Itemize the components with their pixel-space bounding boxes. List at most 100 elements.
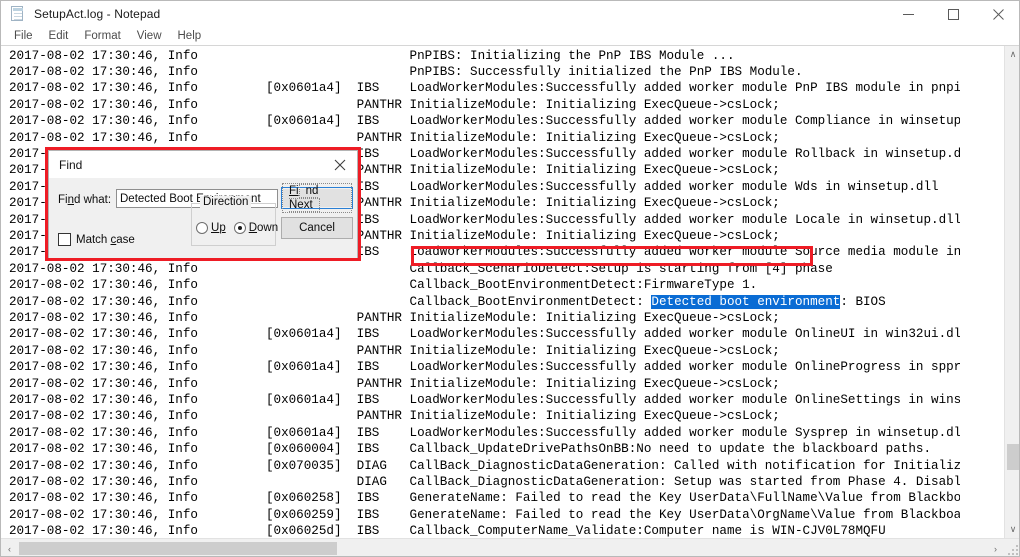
log-line-message: Callback_UpdateDrivePathsOnBB:No need to… <box>409 442 932 457</box>
log-line-message: LoadWorkerModules:Successfully added wor… <box>409 114 960 129</box>
notepad-icon <box>10 6 26 22</box>
log-line-message: Callback_ScenarioDetect:Setup is startin… <box>409 261 833 276</box>
menu-item-file[interactable]: File <box>6 29 41 43</box>
radio-down-icon <box>233 222 246 234</box>
log-line: 2017-08-02 17:30:46, Info PANTHR Initial… <box>9 130 780 146</box>
log-line-prefix: 2017-08-02 17:30:46, Info [0x0601a4] IBS <box>9 81 410 96</box>
find-what-label: Find what: <box>58 194 111 206</box>
log-line-prefix: 2017-08-02 17:30:46, Info PANTHR <box>9 97 410 112</box>
menu-bar: File Edit Format View Help <box>1 27 1019 45</box>
find-what-label-post: d what: <box>74 194 112 206</box>
scroll-down-arrow[interactable]: ∨ <box>1005 521 1019 538</box>
close-button[interactable] <box>976 1 1019 27</box>
log-line: 2017-08-02 17:30:46, Info PANTHR Initial… <box>9 408 780 424</box>
menu-item-format[interactable]: Format <box>76 29 128 43</box>
match-case-checkbox[interactable]: Match case <box>58 233 135 246</box>
radio-down-label-post: own <box>257 222 279 234</box>
log-line: 2017-08-02 17:30:46, Info [0x0601a4] IBS… <box>9 113 960 129</box>
match-case-label: Match case <box>76 234 135 246</box>
log-line: 2017-08-02 17:30:46, Info Callback_Scena… <box>9 261 833 277</box>
scroll-up-arrow[interactable]: ∧ <box>1005 46 1019 63</box>
cancel-button-label: Cancel <box>299 222 335 234</box>
radio-down-label-mnemonic: D <box>248 222 258 234</box>
log-line: 2017-08-02 17:30:46, Info Callback_BootE… <box>9 294 886 310</box>
log-line-prefix: 2017-08-02 17:30:46, Info <box>9 48 410 63</box>
vertical-scrollbar[interactable]: ∧ ∨ <box>1004 46 1019 538</box>
log-line-prefix: 2017-08-02 17:30:46, Info PANTHR <box>9 343 410 358</box>
log-line-prefix: 2017-08-02 17:30:46, Info [0x0601a4] IBS <box>9 425 410 440</box>
find-next-label-pre: F <box>289 185 297 197</box>
log-line-message: PnPIBS: Initializing the PnP IBS Module … <box>409 48 735 63</box>
log-line-message-post: : BIOS <box>840 294 886 309</box>
log-line-message: LoadWorkerModules:Successfully added wor… <box>409 392 960 407</box>
log-line: 2017-08-02 17:30:46, Info [0x060259] IBS… <box>9 507 960 523</box>
log-line-prefix: 2017-08-02 17:30:46, Info PANTHR <box>9 409 410 424</box>
log-line-message: Callback_BootEnvironmentDetect:FirmwareT… <box>409 278 758 293</box>
log-line-prefix: 2017-08-02 17:30:46, Info PANTHR <box>9 310 410 325</box>
radio-down-label: Down <box>249 222 278 234</box>
find-what-label-pre: Fi <box>58 194 68 206</box>
log-line: 2017-08-02 17:30:46, Info PANTHR Initial… <box>9 97 780 113</box>
minimize-button[interactable] <box>886 1 931 27</box>
menu-item-help[interactable]: Help <box>170 29 210 43</box>
scroll-left-arrow[interactable]: ‹ <box>1 539 18 556</box>
log-line-prefix: 2017-08-02 17:30:46, Info PANTHR <box>9 376 410 391</box>
log-line-prefix: 2017-08-02 17:30:46, Info [0x0601a4] IBS <box>9 392 410 407</box>
log-line: 2017-08-02 17:30:46, Info [0x060004] IBS… <box>9 441 931 457</box>
log-line-message: InitializeModule: Initializing ExecQueue… <box>409 409 780 424</box>
log-line-message-pre: Callback_BootEnvironmentDetect: <box>409 294 652 309</box>
direction-group-label: Direction <box>200 196 252 208</box>
log-line-message: CallBack_DiagnosticDataGeneration: Setup… <box>409 474 960 489</box>
log-line-message: InitializeModule: Initializing ExecQueue… <box>409 310 780 325</box>
log-line-message: LoadWorkerModules:Successfully added wor… <box>409 146 960 161</box>
log-line: 2017-08-02 17:30:46, Info [0x06025d] IBS… <box>9 523 886 538</box>
log-line: 2017-08-02 17:30:46, Info [0x0601a4] IBS… <box>9 425 960 441</box>
notepad-window: SetupAct.log - Notepad File Edit Format … <box>0 0 1020 557</box>
maximize-button[interactable] <box>931 1 976 27</box>
horizontal-scrollbar[interactable]: ‹ › <box>1 538 1019 556</box>
log-text-area[interactable]: 2017-08-02 17:30:46, Info PnPIBS: Initia… <box>1 46 960 538</box>
radio-up-icon <box>196 222 208 234</box>
vertical-scrollbar-thumb[interactable] <box>1007 444 1019 470</box>
radio-up-label-mnemonic: p <box>219 222 226 234</box>
radio-up-label: Up <box>211 222 226 234</box>
log-line-prefix: 2017-08-02 17:30:46, Info [0x0601a4] IBS <box>9 114 410 129</box>
log-line-prefix: 2017-08-02 17:30:46, Info [0x0601a4] IBS <box>9 327 410 342</box>
log-line-prefix: 2017-08-02 17:30:46, Info PANTHR <box>9 130 410 145</box>
cancel-button[interactable]: Cancel <box>281 217 353 239</box>
find-close-icon[interactable] <box>323 151 357 178</box>
log-line-message: LoadWorkerModules:Successfully added wor… <box>409 179 939 194</box>
log-line: 2017-08-02 17:30:46, Info [0x060258] IBS… <box>9 490 960 506</box>
log-line-prefix: 2017-08-02 17:30:46, Info <box>9 261 410 276</box>
resize-grip[interactable] <box>1006 543 1019 556</box>
menu-item-view[interactable]: View <box>129 29 170 43</box>
log-line-prefix: 2017-08-02 17:30:46, Info [0x0601a4] IBS <box>9 360 410 375</box>
radio-down[interactable]: Down <box>233 222 278 234</box>
log-line-prefix: 2017-08-02 17:30:46, Info [0x060258] IBS <box>9 491 410 506</box>
log-line: 2017-08-02 17:30:46, Info PnPIBS: Initia… <box>9 48 735 64</box>
log-line: 2017-08-02 17:30:46, Info DIAG CallBack_… <box>9 474 960 490</box>
menu-item-edit[interactable]: Edit <box>41 29 77 43</box>
horizontal-scrollbar-thumb[interactable] <box>19 542 337 555</box>
match-case-label-post: ase <box>116 233 135 246</box>
log-line-message: LoadWorkerModules:Successfully added wor… <box>409 81 960 96</box>
find-dialog-title: Find <box>59 157 83 172</box>
log-line-prefix: 2017-08-02 17:30:46, Info [0x060259] IBS <box>9 507 410 522</box>
radio-up[interactable]: Up <box>196 222 226 234</box>
window-title: SetupAct.log - Notepad <box>34 7 161 21</box>
log-line-message: LoadWorkerModules:Successfully added wor… <box>409 360 960 375</box>
log-line-message: InitializeModule: Initializing ExecQueue… <box>409 130 780 145</box>
log-line: 2017-08-02 17:30:46, Info PANTHR Initial… <box>9 343 780 359</box>
match-case-checkbox-icon <box>58 233 71 246</box>
find-dialog-title-bar: Find <box>49 151 357 178</box>
log-line-message: LoadWorkerModules:Successfully added wor… <box>409 425 960 440</box>
scroll-right-arrow[interactable]: › <box>987 539 1004 556</box>
find-next-button[interactable]: Fi nd Next <box>281 183 353 213</box>
log-line-prefix: 2017-08-02 17:30:46, Info <box>9 278 410 293</box>
log-line-prefix: 2017-08-02 17:30:46, Info [0x070035] DIA… <box>9 458 410 473</box>
log-line: 2017-08-02 17:30:46, Info PnPIBS: Succes… <box>9 64 803 80</box>
log-line-message: LoadWorkerModules:Successfully added wor… <box>409 212 960 227</box>
log-line-message: InitializeModule: Initializing ExecQueue… <box>409 228 780 243</box>
log-line-message: InitializeModule: Initializing ExecQueue… <box>409 376 780 391</box>
editor-frame: 2017-08-02 17:30:46, Info PnPIBS: Initia… <box>1 45 1019 556</box>
